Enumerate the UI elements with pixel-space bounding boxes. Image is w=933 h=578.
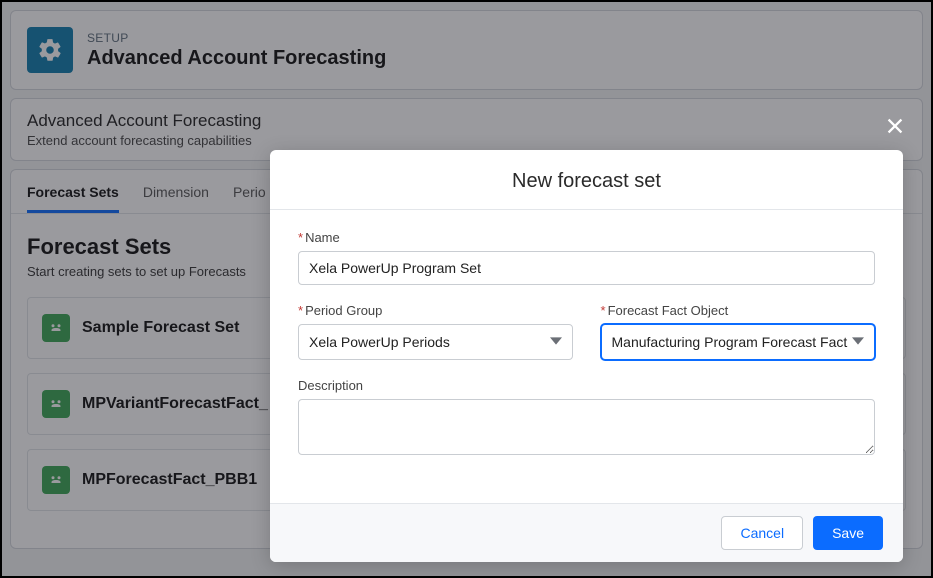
period-group-label: *Period Group (298, 303, 573, 318)
fact-object-select[interactable]: Manufacturing Program Forecast Fact (601, 324, 876, 360)
description-input[interactable] (298, 399, 875, 455)
name-input[interactable] (298, 251, 875, 285)
period-group-value: Xela PowerUp Periods (309, 334, 450, 350)
save-button[interactable]: Save (813, 516, 883, 550)
description-label: Description (298, 378, 875, 393)
period-group-select[interactable]: Xela PowerUp Periods (298, 324, 573, 360)
cancel-button[interactable]: Cancel (721, 516, 803, 550)
modal-title: New forecast set (270, 150, 903, 210)
modal-footer: Cancel Save (270, 503, 903, 562)
chevron-down-icon (550, 334, 562, 350)
fact-object-value: Manufacturing Program Forecast Fact (612, 334, 848, 350)
close-icon[interactable] (881, 112, 909, 140)
chevron-down-icon (852, 334, 864, 350)
name-label: *Name (298, 230, 875, 245)
fact-object-label: *Forecast Fact Object (601, 303, 876, 318)
new-forecast-set-modal: New forecast set *Name *Period Group Xel… (270, 150, 903, 562)
